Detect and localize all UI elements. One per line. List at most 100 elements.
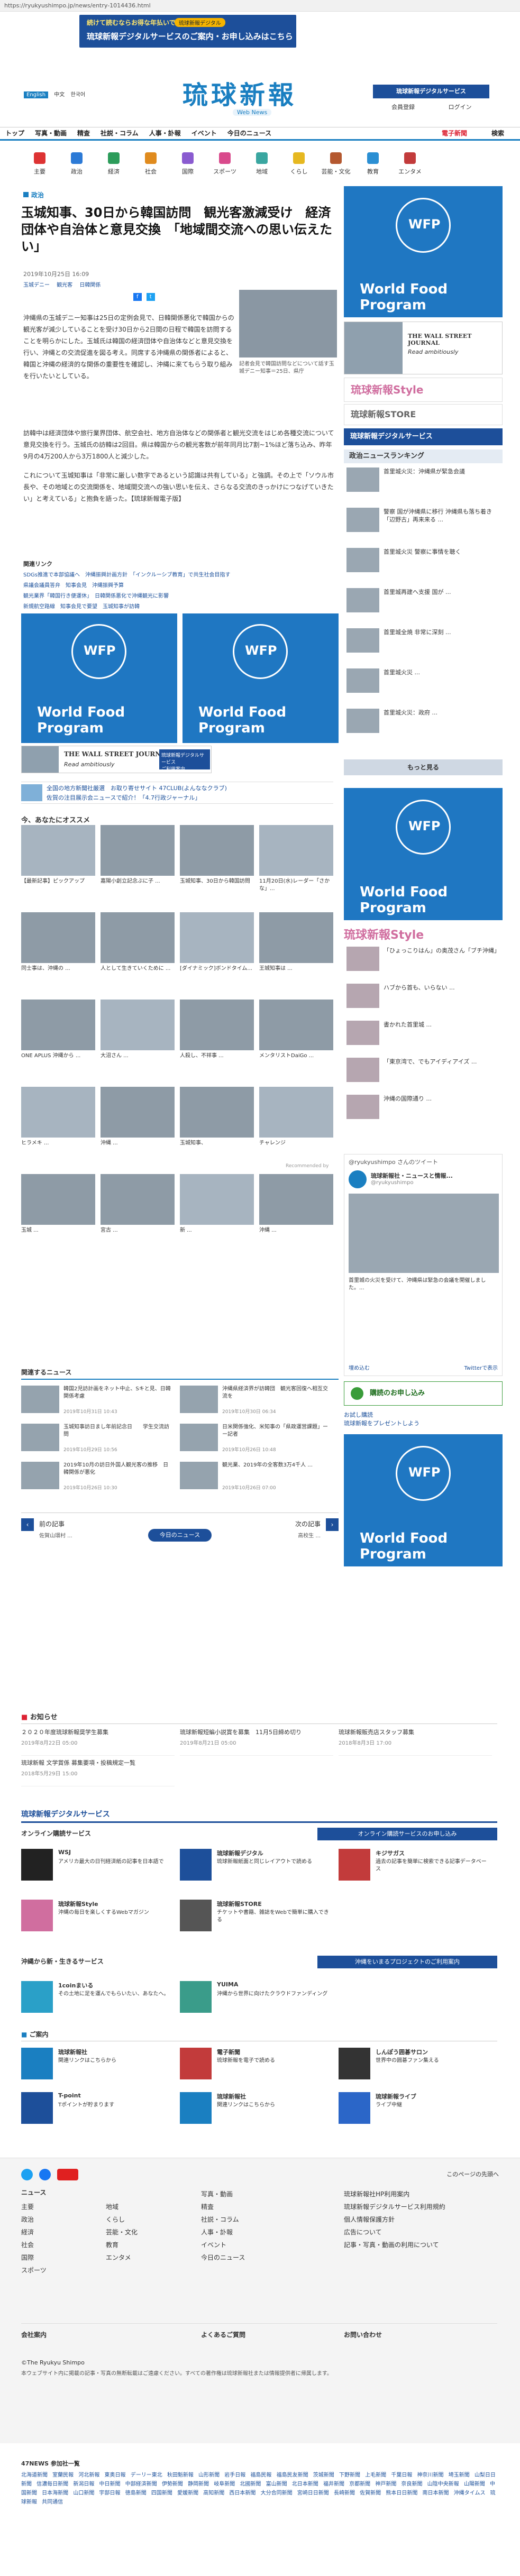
tag[interactable]: 観光客 <box>57 282 72 288</box>
recommend-item[interactable]: 大沼さん ... <box>101 1000 175 1060</box>
related-link[interactable]: 「インクルーシブ教育」で共生社会目指す <box>133 572 231 578</box>
recommend-item[interactable]: 新 ... <box>180 1174 254 1234</box>
promo-link-box[interactable]: 全国の地方新聞社厳選 お取り寄せサイト 47CLUB(よんななクラブ) 佐賀の注… <box>21 782 333 804</box>
ranking-item[interactable]: 首里城火災：沖縄県が緊急会議 <box>346 467 500 502</box>
tweet-image[interactable] <box>349 1194 499 1273</box>
related-link[interactable]: SDGs推進で本部協議へ 沖縄振興計画方針 <box>23 572 127 578</box>
cat-international[interactable]: 国際 <box>169 152 206 176</box>
login-link[interactable]: ログイン <box>449 104 472 111</box>
nav-search[interactable]: 検索 <box>486 127 509 139</box>
related-link[interactable]: 知事会見で要望 <box>60 604 97 610</box>
wsj-ad-sidebar[interactable]: THE WALL STREET JOURNAL Read ambitiously <box>344 322 503 374</box>
related-news-item[interactable]: 玉城知事訪日まし年前記念日 学生交流訪問 2019年10月29日 10:56 <box>21 1424 175 1457</box>
style-title[interactable]: 琉球新報Style <box>344 925 503 942</box>
ranking-more-button[interactable]: もっと見る <box>344 759 503 775</box>
present-link[interactable]: お試し購読 琉球新報をプレゼントしよう <box>344 1411 419 1428</box>
lang-chinese[interactable]: 中文 <box>54 92 65 98</box>
cat-entertainment[interactable]: エンタメ <box>391 152 428 176</box>
nav-column[interactable]: 社説・コラム <box>95 127 144 139</box>
view-on-twitter-link[interactable]: Twitterで表示 <box>464 1363 498 1371</box>
nav-shop[interactable]: 電子新聞 <box>436 127 472 139</box>
browser-url-bar[interactable]: https://ryukyushimpo.jp/news/entry-10144… <box>0 0 520 12</box>
footer-link[interactable]: 精査 <box>201 2201 245 2213</box>
style-item[interactable]: 「ひょっこりはん」の奥茂さん「ブチ沖縄」 <box>346 947 500 978</box>
okinawa-button[interactable]: 沖縄をいまるプロジェクトのご利用案内 <box>317 1956 497 1968</box>
cat-sports[interactable]: スポーツ <box>206 152 243 176</box>
style-item[interactable]: 沖縄の国際通り ... <box>346 1095 500 1126</box>
cat-politics[interactable]: 政治 <box>58 152 95 176</box>
nav-top[interactable]: トップ <box>0 127 30 139</box>
ranking-item[interactable]: 首里城再建へ支援 国が ... <box>346 588 500 623</box>
footer-link[interactable]: 個人情報保護方針 <box>344 2213 445 2226</box>
ranking-item[interactable]: 首里城火災 警察に事情を聴く <box>346 548 500 583</box>
recommend-item[interactable]: 沖縄 ... <box>101 1087 175 1147</box>
footer-link[interactable]: 地域 <box>106 2201 138 2213</box>
cat-education[interactable]: 教育 <box>354 152 391 176</box>
related-news-item[interactable]: 観光業、2019年の全客数3万4千人 ... 2019年10月26日 07:00 <box>180 1462 333 1496</box>
related-link[interactable]: 観光業界「韓国行き便運休」 <box>23 593 89 599</box>
digital-service-item[interactable]: 琉球新報Style 沖縄の毎日を楽しくするWebマガジン <box>21 1896 175 1942</box>
footer-link[interactable]: 記事・写真・動画の利用について <box>344 2239 445 2251</box>
nav-special[interactable]: 精査 <box>72 127 95 139</box>
cat-local[interactable]: 地域 <box>243 152 280 176</box>
okinawa-service-item[interactable]: 1coinまいる その土地に足を運んでもらいたい、あなたへ。 <box>21 1978 175 2020</box>
digital-service-item[interactable]: WSJ アメリカ最大の日刊経済紙の記事を日本語で <box>21 1846 175 1891</box>
register-link[interactable]: 会員登録 <box>391 104 415 111</box>
page-top-link[interactable]: このページの先頭へ <box>446 2170 499 2178</box>
tag[interactable]: 日韓関係 <box>79 282 101 288</box>
company-link[interactable]: 会社案内 <box>21 2331 47 2339</box>
related-link[interactable]: 玉城知事が訪韓 <box>103 604 140 610</box>
footer-link[interactable]: 国際 <box>21 2251 47 2264</box>
recommend-item[interactable]: 王城知事は ... <box>259 912 333 973</box>
guide-item[interactable]: T-point Tポイントが貯まります <box>21 2089 175 2129</box>
facebook-icon[interactable] <box>39 2169 51 2180</box>
recommend-item[interactable]: ONE APLUS 沖縄から ... <box>21 1000 95 1060</box>
top-promo-banner[interactable]: 続けて読むならお得な年払いで 琉球新報デジタル 琉球新報デジタルサービスのご案内… <box>79 15 296 48</box>
site-logo[interactable]: 琉球新報 <box>183 74 297 111</box>
digital-service-item[interactable]: 琉球新報STORE チケットや書籍、雑誌をWebで簡単に購入できる <box>180 1896 333 1942</box>
footer-link[interactable]: イベント <box>201 2239 245 2251</box>
nav-photo[interactable]: 写真・動画 <box>30 127 72 139</box>
recommend-item[interactable]: 玉城 ... <box>21 1174 95 1234</box>
facebook-share-button[interactable]: f <box>133 293 142 301</box>
footer-link[interactable]: 琉球新報デジタルサービス利用規約 <box>344 2201 445 2213</box>
notice-item[interactable]: 琉球新報短編小説賞を募集 11月5日締め切り 2019年8月21日 05:00 <box>180 1728 333 1756</box>
avatar[interactable] <box>349 1170 367 1188</box>
recommend-item[interactable]: ヒラメキ ... <box>21 1087 95 1147</box>
guide-item[interactable]: 琉球新報社 関連リンクはこちらから <box>21 2045 175 2085</box>
footer-link[interactable]: 芸能・文化 <box>106 2226 138 2239</box>
wfp-ad-left[interactable]: WFP World Food Program <box>21 613 177 743</box>
recommend-item[interactable]: 玉城知事、 <box>180 1087 254 1147</box>
footer-link[interactable]: 人事・訃報 <box>201 2226 245 2239</box>
recommend-item[interactable]: メンタリストDaiGo ... <box>259 1000 333 1060</box>
recommend-item[interactable]: 宮古 ... <box>101 1174 175 1234</box>
related-link[interactable]: 新規航空路線 <box>23 604 55 610</box>
footer-link[interactable]: 広告について <box>344 2226 445 2239</box>
faq-link[interactable]: よくあるご質問 <box>201 2330 245 2339</box>
recommend-item[interactable]: 嘉陽小創立記念ぶに子 ... <box>101 825 175 885</box>
notice-item[interactable]: 琉球新報販売店スタッフ募集 2018年8月3日 17:00 <box>339 1728 492 1756</box>
guide-item[interactable]: しんぽう囲碁サロン 世界中の囲碁ファン集える <box>339 2045 492 2085</box>
cat-main[interactable]: 主要 <box>21 152 58 176</box>
footer-link[interactable]: くらし <box>106 2213 138 2226</box>
wfp-ad-sidebar-1[interactable]: WFP World Food Program <box>344 186 503 317</box>
footer-link[interactable]: エンタメ <box>106 2251 138 2264</box>
related-news-item[interactable]: 2019年10月の訪日外国人観光客の推移 日韓関係が悪化 2019年10月26日 … <box>21 1462 175 1496</box>
related-link[interactable]: 沖縄振興予算 <box>92 583 124 589</box>
okinawa-service-item[interactable]: YUIMA 沖縄から世界に向けたクラウドファンディング <box>180 1978 333 2020</box>
twitter-share-button[interactable]: t <box>146 293 155 301</box>
style-item[interactable]: ハブから首も、いらない ... <box>346 984 500 1015</box>
cat-economy[interactable]: 経済 <box>95 152 132 176</box>
guide-item[interactable]: 電子新聞 琉球新報を電子で読める <box>180 2045 333 2085</box>
notice-item[interactable]: ２０２０年度琉球新報奨学生募集 2019年8月22日 05:00 <box>21 1728 175 1756</box>
footer-link[interactable]: 今日のニュース <box>201 2251 245 2264</box>
related-link[interactable]: 県議会議員答弁 <box>23 583 60 589</box>
ranking-item[interactable]: 首里城火災：政府 ... <box>346 709 500 744</box>
cat-society[interactable]: 社会 <box>132 152 169 176</box>
ranking-item[interactable]: 警察 国が沖縄県に移行 沖縄県も落ち着き 「辺野古」再来来る ... <box>346 508 500 543</box>
prev-article-link[interactable]: 前の記事 <box>39 1519 65 1528</box>
online-subscribe-button[interactable]: オンライン購読サービスのお申し込み <box>317 1828 497 1840</box>
related-news-item[interactable]: 沖縄県経済界が訪韓団 観光客回復へ相互交流を 2019年10月30日 06:34 <box>180 1386 333 1419</box>
recommend-item[interactable]: 人として生きていくために ... <box>101 912 175 973</box>
digital-service-button[interactable]: 琉球新報デジタルサービス <box>373 85 489 98</box>
